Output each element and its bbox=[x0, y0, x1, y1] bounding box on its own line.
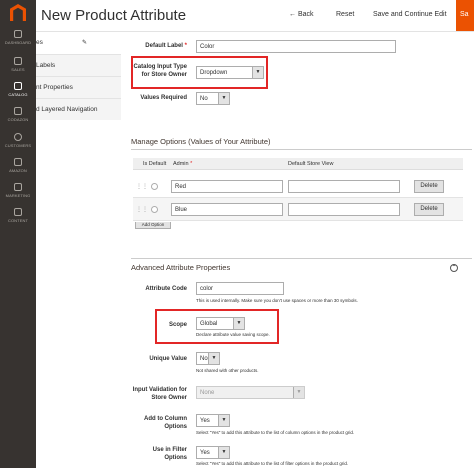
megaphone-icon bbox=[14, 183, 22, 191]
nav-marketing[interactable]: MARKETING bbox=[0, 183, 36, 198]
nav-sales[interactable]: SALES bbox=[0, 57, 36, 72]
page-header: New Product Attribute ← Back Reset Save … bbox=[36, 0, 474, 32]
input-type-label: Catalog Input Type for Store Owner bbox=[133, 64, 187, 78]
chevron-down-icon: ▼ bbox=[218, 93, 229, 104]
save-button[interactable]: Sa bbox=[456, 0, 474, 31]
section-divider bbox=[131, 149, 472, 150]
input-type-select[interactable]: Dropdown ▼ bbox=[196, 66, 264, 79]
tab-manage-labels[interactable]: Labels bbox=[36, 54, 121, 76]
option-admin-input[interactable]: Blue bbox=[171, 203, 283, 216]
add-to-column-note: Select "Yes" to add this attribute to th… bbox=[196, 430, 355, 435]
use-in-filter-label: Use in Filter Options bbox=[152, 447, 187, 461]
unique-value-select[interactable]: No ▼ bbox=[196, 352, 220, 365]
values-required-select[interactable]: No ▼ bbox=[196, 92, 230, 105]
drag-handle-icon[interactable]: ⋮⋮ bbox=[136, 183, 148, 190]
unique-value-note: Not shared with other products. bbox=[196, 368, 259, 373]
default-label-label: Default Label * bbox=[145, 43, 187, 49]
chevron-down-icon: ▼ bbox=[218, 447, 229, 458]
codazon-icon bbox=[14, 107, 22, 115]
content-icon bbox=[14, 208, 22, 216]
option-row: ⋮⋮ Red Delete bbox=[133, 175, 463, 198]
scope-label: Scope bbox=[168, 322, 187, 328]
attribute-code-input[interactable]: color bbox=[196, 282, 284, 295]
attribute-code-note: This is used internally. Make sure you d… bbox=[196, 298, 358, 303]
customers-icon bbox=[14, 133, 22, 141]
section-divider bbox=[131, 258, 472, 259]
use-in-filter-note: Select "Yes" to add this attribute to th… bbox=[196, 461, 349, 466]
manage-options-title: Manage Options (Values of Your Attribute… bbox=[131, 137, 271, 146]
chevron-down-icon: ▼ bbox=[218, 415, 229, 426]
input-validation-select[interactable]: None ▼ bbox=[196, 386, 305, 399]
main-content: Default Label * Color Catalog Input Type… bbox=[121, 32, 474, 468]
add-to-column-select[interactable]: Yes ▼ bbox=[196, 414, 230, 427]
nav-dashboard[interactable]: DASHBOARD bbox=[0, 30, 36, 45]
col-store-view: Default Store View bbox=[288, 161, 334, 167]
delete-option-button[interactable]: Delete bbox=[414, 203, 444, 216]
chevron-down-icon: ▼ bbox=[208, 353, 219, 364]
tab-properties[interactable]: es ✎ bbox=[36, 32, 121, 54]
nav-customers[interactable]: CUSTOMERS bbox=[0, 133, 36, 148]
nav-codazon[interactable]: CODAZON bbox=[0, 107, 36, 122]
option-store-input[interactable] bbox=[288, 180, 400, 193]
nav-content[interactable]: CONTENT bbox=[0, 208, 36, 223]
col-is-default: Is Default bbox=[143, 161, 167, 167]
page-title: New Product Attribute bbox=[41, 7, 187, 24]
save-continue-button[interactable]: Save and Continue Edit bbox=[373, 11, 447, 18]
col-admin: Admin * bbox=[173, 161, 193, 167]
add-option-button[interactable]: Add Option bbox=[135, 222, 171, 229]
chevron-down-icon: ▼ bbox=[233, 318, 244, 329]
admin-sidebar: DASHBOARD SALES CATALOG CODAZON CUSTOMER… bbox=[0, 0, 36, 468]
use-in-filter-select[interactable]: Yes ▼ bbox=[196, 446, 230, 459]
reset-button[interactable]: Reset bbox=[336, 11, 354, 18]
attribute-tabs: es ✎ Labels nt Properties d Layered Navig… bbox=[36, 32, 121, 468]
back-button[interactable]: ← Back bbox=[289, 11, 314, 18]
nav-amazon[interactable]: AMAZON bbox=[0, 158, 36, 173]
chevron-down-icon: ▼ bbox=[293, 387, 304, 398]
default-label-input[interactable]: Color bbox=[196, 40, 396, 53]
chevron-down-icon: ▼ bbox=[252, 67, 263, 78]
tab-storefront-properties[interactable]: nt Properties bbox=[36, 76, 121, 98]
values-required-label: Values Required bbox=[140, 95, 187, 101]
nav-catalog[interactable]: CATALOG bbox=[0, 82, 36, 97]
amazon-icon bbox=[14, 158, 22, 166]
option-admin-input[interactable]: Red bbox=[171, 180, 283, 193]
option-row: ⋮⋮ Blue Delete bbox=[133, 198, 463, 221]
advanced-title: Advanced Attribute Properties bbox=[131, 263, 231, 272]
drag-handle-icon[interactable]: ⋮⋮ bbox=[136, 206, 148, 213]
pencil-icon: ✎ bbox=[82, 40, 88, 46]
dashboard-icon bbox=[14, 30, 22, 38]
delete-option-button[interactable]: Delete bbox=[414, 180, 444, 193]
scope-select[interactable]: Global ▼ bbox=[196, 317, 245, 330]
scope-note: Declare attribute value saving scope. bbox=[196, 332, 270, 337]
collapse-icon[interactable]: ⌃ bbox=[450, 264, 458, 272]
input-validation-label: Input Validation for Store Owner bbox=[132, 387, 187, 401]
cube-icon bbox=[14, 82, 22, 90]
add-to-column-label: Add to Column Options bbox=[144, 416, 187, 430]
tab-layered-navigation[interactable]: d Layered Navigation bbox=[36, 98, 121, 120]
option-store-input[interactable] bbox=[288, 203, 400, 216]
dollar-icon bbox=[14, 57, 22, 65]
options-table-header: Is Default Admin * Default Store View bbox=[133, 158, 463, 170]
unique-value-label: Unique Value bbox=[149, 356, 187, 362]
default-radio[interactable] bbox=[151, 183, 158, 190]
attribute-code-label: Attribute Code bbox=[145, 286, 187, 292]
magento-logo-icon[interactable] bbox=[10, 4, 26, 21]
default-radio[interactable] bbox=[151, 206, 158, 213]
arrow-left-icon: ← bbox=[289, 11, 296, 18]
